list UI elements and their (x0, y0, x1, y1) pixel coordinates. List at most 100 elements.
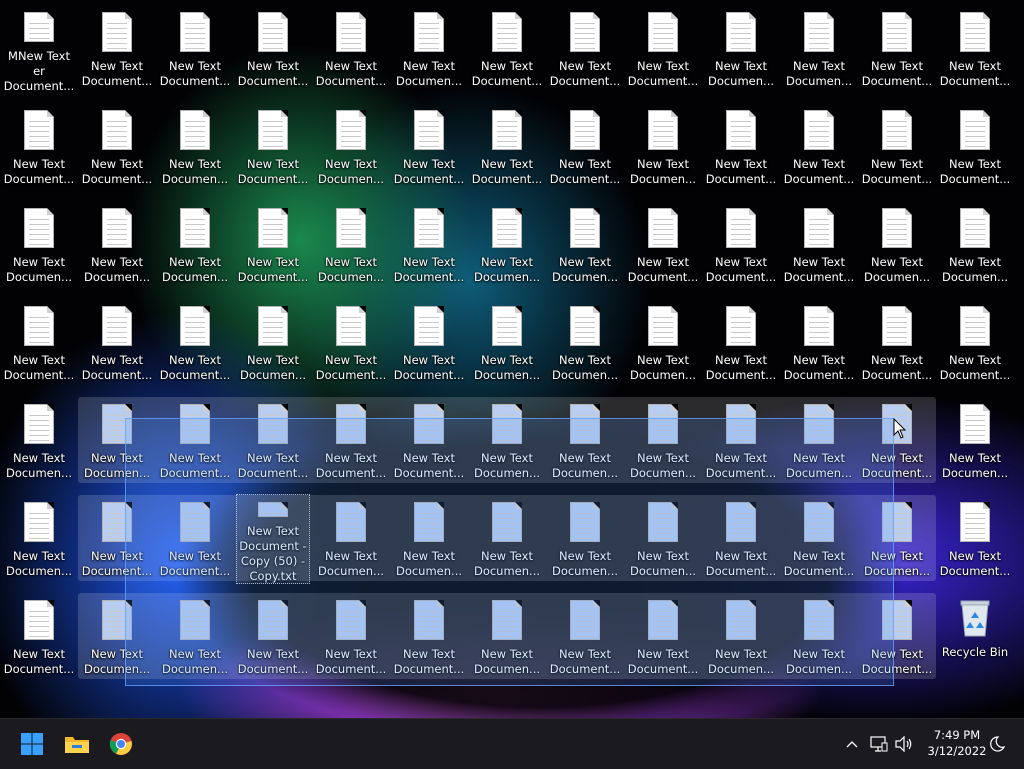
start-button[interactable] (16, 728, 48, 760)
network-button[interactable] (868, 719, 890, 769)
desktop-file-icon[interactable]: New Text Document... (470, 4, 544, 94)
file-explorer-icon (65, 737, 89, 753)
desktop-file-icon[interactable]: New Text Document... (704, 102, 778, 192)
desktop-file-icon[interactable]: New Text Documen... (704, 4, 778, 94)
desktop-file-icon[interactable]: New Text Documen... (2, 396, 76, 486)
desktop-file-icon[interactable]: New Text Document... (704, 298, 778, 388)
desktop-file-icon[interactable]: New Text Documen... (236, 298, 310, 388)
desktop-file-icon[interactable]: New Text Document... (938, 298, 1012, 388)
desktop-file-icon[interactable]: MNew Text er Document... (2, 4, 76, 94)
file-explorer-button[interactable] (61, 728, 93, 760)
show-hidden-icons-button[interactable] (842, 719, 862, 769)
desktop-icon-label: New Text Documen... (941, 451, 1009, 480)
clock-date: 3/12/2022 (927, 744, 987, 758)
desktop-icon-label: New Text Document... (861, 157, 933, 186)
desktop-file-icon[interactable]: New Text Document... (80, 298, 154, 388)
desktop-file-icon[interactable]: New Text Document... (392, 298, 466, 388)
text-document-icon (804, 12, 834, 52)
desktop-file-icon[interactable]: New Text Document... (860, 4, 934, 94)
desktop-file-icon[interactable]: New Text Document... (782, 200, 856, 290)
desktop-file-icon[interactable]: New Text Document... (392, 200, 466, 290)
desktop-file-icon[interactable]: New Text Documen... (2, 494, 76, 584)
desktop-file-icon[interactable]: New Text Document... (314, 4, 388, 94)
desktop-file-icon[interactable]: New Text Documen... (938, 200, 1012, 290)
desktop-file-icon[interactable]: New Text Document... (782, 298, 856, 388)
clock-button[interactable]: 7:49 PM 3/12/2022 (918, 727, 996, 759)
desktop-file-icon[interactable]: New Text Documen... (548, 200, 622, 290)
text-document-icon (414, 110, 444, 150)
desktop-icon-label: New Text Document... (81, 59, 153, 88)
desktop-file-icon[interactable]: New Text Document... (2, 102, 76, 192)
windows-logo-icon (21, 733, 43, 755)
desktop-file-icon[interactable]: New Text Document... (236, 102, 310, 192)
desktop-file-icon[interactable]: New Text Documen... (158, 102, 232, 192)
desktop-file-icon[interactable]: New Text Document... (548, 102, 622, 192)
desktop-file-icon[interactable]: New Text Documen... (860, 200, 934, 290)
desktop-file-icon[interactable]: New Text Document... (860, 298, 934, 388)
desktop-icon-label: New Text Document... (237, 157, 309, 186)
desktop-file-icon[interactable]: New Text Document... (626, 200, 700, 290)
desktop-file-icon[interactable]: New Text Document... (236, 4, 310, 94)
text-document-icon (726, 12, 756, 52)
desktop-file-icon[interactable]: New Text Document... (470, 102, 544, 192)
text-document-icon (258, 110, 288, 150)
chevron-up-icon (846, 741, 858, 748)
desktop-file-icon[interactable]: New Text Documen... (626, 102, 700, 192)
desktop-file-icon[interactable]: New Text Document... (938, 102, 1012, 192)
desktop-icon-label: New Text Documen... (785, 59, 853, 88)
chrome-button[interactable] (105, 728, 137, 760)
desktop-file-icon[interactable]: New Text Documen... (2, 200, 76, 290)
desktop-file-icon[interactable]: New Text Documen... (314, 200, 388, 290)
text-document-icon (258, 306, 288, 346)
desktop-file-icon[interactable]: New Text Document... (80, 4, 154, 94)
desktop-icon-label: New Text Document... (315, 59, 387, 88)
desktop-file-icon[interactable]: New Text Document... (236, 200, 310, 290)
desktop-file-icon[interactable]: New Text Document... (2, 298, 76, 388)
desktop-icon-label: New Text Document... (939, 59, 1011, 88)
text-document-icon (258, 12, 288, 52)
desktop-file-icon[interactable]: New Text Documen... (158, 200, 232, 290)
desktop[interactable]: MNew Text er Document... New Text Documen… (0, 0, 1024, 718)
desktop-file-icon[interactable]: New Text Document... (704, 200, 778, 290)
desktop-file-icon[interactable]: New Text Documen... (470, 200, 544, 290)
text-document-icon (960, 12, 990, 52)
desktop-file-icon[interactable]: New Text Document... (938, 4, 1012, 94)
desktop-file-icon[interactable]: New Text Document... (938, 494, 1012, 584)
desktop-file-icon[interactable]: New Text Documen... (782, 4, 856, 94)
desktop-file-icon[interactable]: New Text Document... (860, 102, 934, 192)
taskbar: 7:49 PM 3/12/2022 (0, 718, 1024, 769)
desktop-file-icon[interactable]: New Text Documen... (80, 200, 154, 290)
recycle-bin-desktop-icon[interactable]: Recycle Bin (938, 592, 1012, 682)
desktop-icon-label: New Text Documen... (707, 59, 775, 88)
desktop-file-icon[interactable]: New Text Document... (548, 4, 622, 94)
text-document-icon (180, 306, 210, 346)
desktop-file-icon[interactable]: New Text Documen... (470, 298, 544, 388)
text-document-icon (492, 12, 522, 52)
desktop-file-icon[interactable]: New Text Documen... (392, 4, 466, 94)
focus-assist-icon (990, 736, 1005, 752)
text-document-icon (960, 404, 990, 444)
desktop-file-icon[interactable]: New Text Documen... (626, 298, 700, 388)
desktop-file-icon[interactable]: New Text Document... (314, 298, 388, 388)
desktop-file-icon[interactable]: New Text Document... (158, 298, 232, 388)
desktop-file-icon[interactable]: New Text Documen... (314, 102, 388, 192)
desktop-icon-label: New Text Document... (237, 255, 309, 284)
desktop-icon-label: New Text Document... (393, 353, 465, 382)
text-document-icon (24, 502, 54, 542)
desktop-file-icon[interactable]: New Text Document... (158, 4, 232, 94)
desktop-icon-label: New Text Document... (159, 353, 231, 382)
desktop-file-icon[interactable]: New Text Document... (782, 102, 856, 192)
desktop-file-icon[interactable]: New Text Document... (392, 102, 466, 192)
clock-time: 7:49 PM (933, 728, 981, 742)
desktop-file-icon[interactable]: New Text Document... (80, 102, 154, 192)
desktop-icon-label: New Text Document... (3, 353, 75, 382)
recycle-bin-icon (958, 598, 992, 638)
desktop-icon-label: New Text Document... (939, 353, 1011, 382)
desktop-file-icon[interactable]: New Text Documen... (938, 396, 1012, 486)
volume-button[interactable] (893, 719, 915, 769)
desktop-icon-label: New Text Documen... (551, 255, 619, 284)
focus-assist-button[interactable] (986, 719, 1008, 769)
desktop-file-icon[interactable]: New Text Documen... (548, 298, 622, 388)
desktop-file-icon[interactable]: New Text Document... (2, 592, 76, 682)
desktop-file-icon[interactable]: New Text Document... (626, 4, 700, 94)
